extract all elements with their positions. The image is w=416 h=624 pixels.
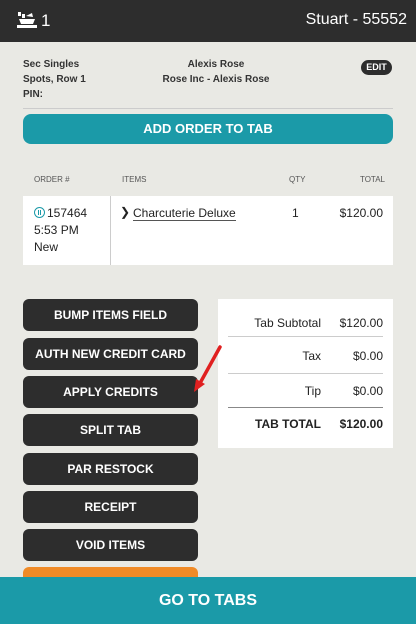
orders-table-header: ORDER # ITEMS QTY TOTAL: [23, 175, 393, 187]
divider: [228, 407, 383, 408]
tab-info: Sec Singles Spots, Row 1 PIN: Alexis Ros…: [23, 57, 393, 107]
order-status: New: [34, 240, 59, 254]
company-name: Rose Inc - Alexis Rose: [162, 74, 270, 85]
pin-label: PIN:: [23, 89, 43, 100]
order-number-cell: 157464 5:53 PM New: [23, 196, 111, 265]
tab-total-value: $120.00: [339, 417, 383, 431]
pause-circle-icon: [34, 207, 45, 218]
tip-value: $0.00: [352, 384, 383, 398]
spots-label: Spots, Row 1: [23, 74, 86, 85]
divider: [23, 108, 393, 109]
apply-credits-button[interactable]: APPLY CREDITS: [23, 376, 198, 408]
user-label: Stuart - 55552: [305, 11, 407, 28]
tax-row: Tax $0.00: [228, 349, 383, 369]
void-items-button[interactable]: VOID ITEMS: [23, 529, 198, 561]
divider: [228, 373, 383, 374]
go-to-tabs-button[interactable]: GO TO TABS: [0, 577, 416, 624]
tray-icon[interactable]: [16, 11, 38, 31]
subtotal-value: $120.00: [339, 316, 383, 330]
auth-new-credit-card-button[interactable]: AUTH NEW CREDIT CARD: [23, 338, 198, 370]
split-tab-button[interactable]: SPLIT TAB: [23, 414, 198, 446]
column-header-items: ITEMS: [122, 175, 147, 184]
tip-label: Tip: [304, 384, 321, 398]
order-number: 157464: [47, 206, 88, 220]
item-name-link[interactable]: Charcuterie Deluxe: [133, 206, 236, 221]
add-order-to-tab-button[interactable]: ADD ORDER TO TAB: [23, 114, 393, 144]
column-header-qty: QTY: [289, 175, 306, 184]
receipt-button[interactable]: RECEIPT: [23, 491, 198, 523]
customer-name: Alexis Rose: [187, 59, 245, 70]
edit-button[interactable]: EDIT: [361, 60, 392, 75]
order-time: 5:53 PM: [34, 223, 79, 237]
column-header-total: TOTAL: [359, 175, 385, 184]
bump-items-field-button[interactable]: BUMP ITEMS FIELD: [23, 299, 198, 331]
tax-value: $0.00: [352, 349, 383, 363]
chevron-right-icon[interactable]: ❯: [120, 205, 130, 219]
tip-row: Tip $0.00: [228, 384, 383, 404]
column-header-order: ORDER #: [34, 175, 70, 184]
table-row[interactable]: 157464 5:53 PM New ❯ Charcuterie Deluxe …: [23, 196, 393, 265]
top-bar: 1 Stuart - 55552: [0, 0, 416, 42]
open-tab-count: 1: [41, 11, 51, 30]
subtotal-row: Tab Subtotal $120.00: [228, 316, 383, 336]
tab-total-label: TAB TOTAL: [255, 417, 321, 431]
tab-summary: Tab Subtotal $120.00 Tax $0.00 Tip $0.00…: [218, 299, 393, 448]
item-total: $120.00: [339, 206, 383, 220]
red-arrow-icon: [194, 345, 222, 392]
par-restock-button[interactable]: PAR RESTOCK: [23, 453, 198, 485]
subtotal-label: Tab Subtotal: [254, 316, 321, 330]
tax-label: Tax: [302, 349, 321, 363]
section-label: Sec Singles: [23, 59, 80, 70]
divider: [228, 336, 383, 337]
total-row: TAB TOTAL $120.00: [228, 417, 383, 437]
item-qty: 1: [292, 206, 299, 220]
